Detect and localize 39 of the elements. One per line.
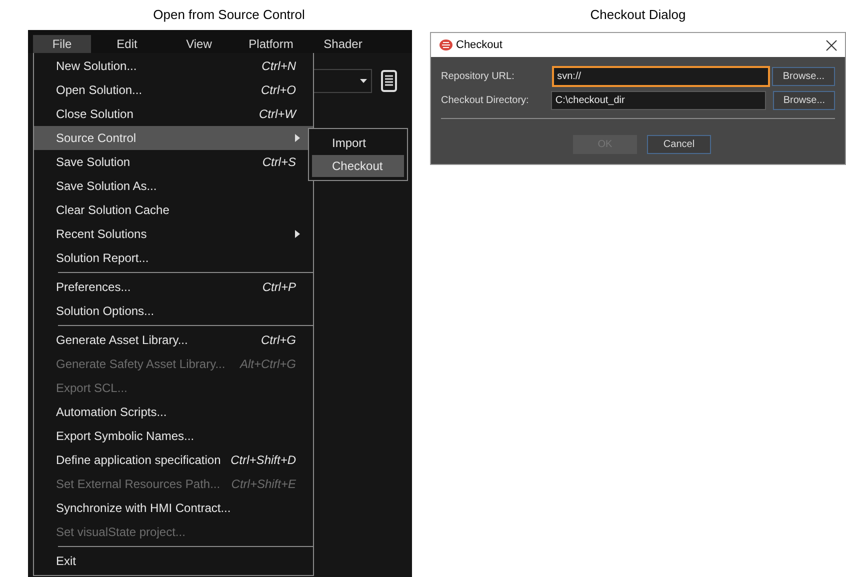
menu-item[interactable]: New Solution... Ctrl+N (34, 54, 313, 78)
menu-item[interactable]: Checkout (312, 155, 404, 177)
submenu-arrow-icon (295, 230, 300, 238)
menu-bar-item[interactable]: File (33, 35, 91, 53)
browse-button[interactable]: Browse... (773, 91, 835, 110)
caret-icon (360, 79, 367, 83)
menu-item[interactable]: Recent Solutions (34, 222, 313, 246)
menu-item[interactable]: Automation Scripts... (34, 400, 313, 424)
menu-item[interactable]: Clear Solution Cache (34, 198, 313, 222)
caption: Checkout Dialog (589, 6, 687, 24)
menu-item[interactable]: Source Control (34, 126, 313, 150)
dialog-button[interactable]: Cancel (647, 135, 711, 154)
field-label: Checkout Directory: (441, 94, 530, 108)
menu-item[interactable]: Solution Options... (34, 299, 313, 323)
menu-bar-item[interactable]: Shader (307, 35, 379, 53)
caption: Open from Source Control (152, 6, 306, 24)
menu-item[interactable]: Exit (34, 549, 313, 573)
close-icon[interactable] (826, 40, 837, 50)
submenu-arrow-icon (295, 134, 300, 142)
menu-bar-item[interactable]: Platform (235, 35, 307, 53)
field-label: Repository URL: (441, 70, 516, 84)
browse-button[interactable]: Browse... (772, 67, 835, 86)
menu-item[interactable]: Import (312, 132, 404, 154)
menu-bar-item[interactable]: View (163, 35, 235, 53)
text-field[interactable]: C:\checkout_dir (551, 91, 766, 110)
document-icon[interactable] (380, 70, 398, 92)
menu-item[interactable]: Solution Report... (34, 246, 313, 270)
dialog-title: Checkout (456, 38, 504, 53)
text-field[interactable]: svn:// (552, 66, 770, 87)
menu-item[interactable]: Export Symbolic Names... (34, 424, 313, 448)
menu-item[interactable]: Generate Asset Library... Ctrl+G (34, 328, 313, 352)
menu-item[interactable]: Save Solution As... (34, 174, 313, 198)
menu-bar-item[interactable]: Edit (91, 35, 163, 53)
app-logo-icon (439, 39, 453, 51)
menu-item[interactable]: Synchronize with HMI Contract... (34, 496, 313, 520)
menu-item[interactable]: Close Solution Ctrl+W (34, 102, 313, 126)
menu-item[interactable]: Define application specification Ctrl+Shift+D (34, 448, 313, 472)
menu-item[interactable]: Preferences... Ctrl+P (34, 275, 313, 299)
menu-item[interactable]: Open Solution... Ctrl+O (34, 78, 313, 102)
